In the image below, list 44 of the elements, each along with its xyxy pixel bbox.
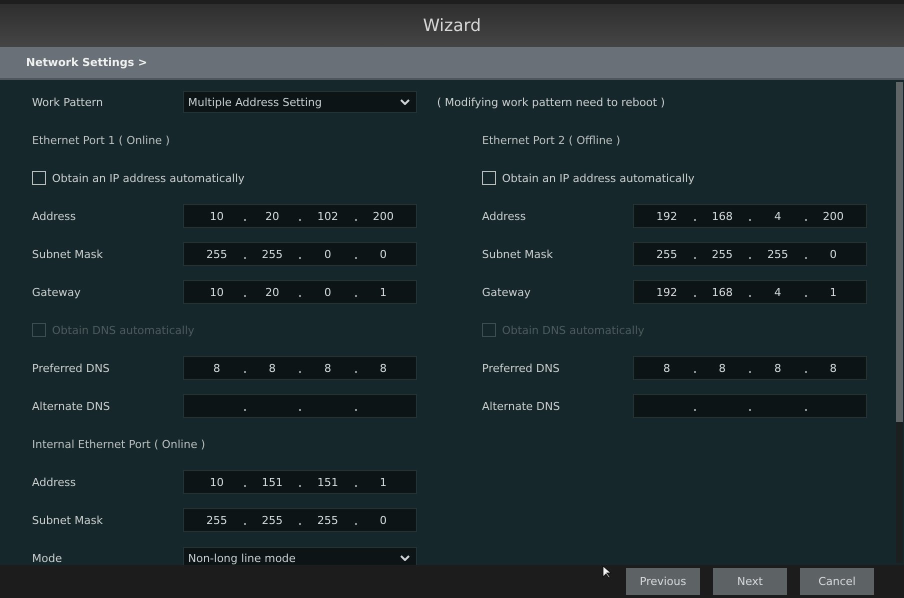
field-label: Address xyxy=(32,476,77,488)
scrollbar[interactable] xyxy=(896,82,903,563)
port-heading: Ethernet Port 1 ( Online ) xyxy=(32,134,170,146)
caret-icon xyxy=(400,99,410,105)
field-label: Gateway xyxy=(482,286,532,298)
field-label: Alternate DNS xyxy=(32,400,111,412)
caret-icon xyxy=(400,555,410,561)
wizard-button[interactable]: Previous xyxy=(626,568,700,595)
field-label: Subnet Mask xyxy=(32,514,104,526)
ip-address-field[interactable]: 192 168 4 200 xyxy=(633,204,867,228)
field-label: Address xyxy=(32,210,77,222)
wizard-button[interactable]: Cancel xyxy=(800,568,874,595)
field-label: Work Pattern xyxy=(32,96,104,108)
field-label: Subnet Mask xyxy=(32,248,104,260)
field-label: Subnet Mask xyxy=(482,248,554,260)
port-heading: Internal Ethernet Port ( Online ) xyxy=(32,438,206,450)
field-label: Preferred DNS xyxy=(482,362,561,374)
checkbox-label: Obtain an IP address automatically xyxy=(502,172,695,184)
work-pattern-dropdown[interactable]: Multiple Address Setting xyxy=(183,91,417,113)
ip-address-field[interactable] xyxy=(183,394,417,418)
ip-address-field[interactable]: 255 255 255 0 xyxy=(183,508,417,532)
wizard-button[interactable]: Next xyxy=(713,568,787,595)
ip-address-field[interactable] xyxy=(633,394,867,418)
reboot-note: ( Modifying work pattern need to reboot ) xyxy=(437,96,665,108)
checkbox-label: Obtain an IP address automatically xyxy=(52,172,245,184)
ip-address-field[interactable]: 10 20 0 1 xyxy=(183,280,417,304)
port-heading: Ethernet Port 2 ( Offline ) xyxy=(482,134,620,146)
section-title: Network Settings > xyxy=(26,56,148,69)
field-label: Gateway xyxy=(32,286,82,298)
ip-address-field[interactable]: 8 8 8 8 xyxy=(183,356,417,380)
ip-address-field[interactable]: 10 151 151 1 xyxy=(183,470,417,494)
ip-address-field[interactable]: 10 20 102 200 xyxy=(183,204,417,228)
window-title: Wizard xyxy=(423,16,481,36)
field-label: Alternate DNS xyxy=(482,400,561,412)
field-label: Preferred DNS xyxy=(32,362,111,374)
field-label: Mode xyxy=(32,552,63,564)
checkbox[interactable] xyxy=(32,171,46,185)
ip-address-field[interactable]: 255 255 255 0 xyxy=(633,242,867,266)
ip-address-field[interactable]: 8 8 8 8 xyxy=(633,356,867,380)
field-label: Address xyxy=(482,210,527,222)
checkbox[interactable] xyxy=(482,171,496,185)
ip-address-field[interactable]: 192 168 4 1 xyxy=(633,280,867,304)
ip-address-field[interactable]: 255 255 0 0 xyxy=(183,242,417,266)
mode-dropdown[interactable]: Non-long line mode xyxy=(183,547,417,565)
